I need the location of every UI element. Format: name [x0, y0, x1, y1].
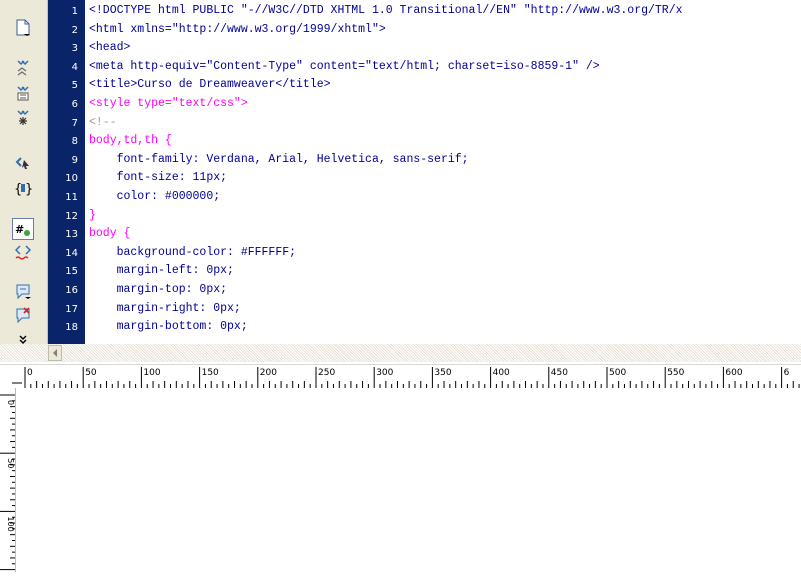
- line-number: 18: [65, 322, 78, 334]
- design-view[interactable]: [16, 388, 801, 572]
- line-number: 10: [65, 173, 78, 185]
- code-line[interactable]: margin-left: 0px;: [89, 265, 234, 277]
- ruler-label: 400: [493, 368, 510, 378]
- line-number-gutter: 1 2 3 4 5 6 7 8 9 10 11 12 13 14 15 16 17 18: [48, 0, 85, 344]
- select-parent-tag-icon[interactable]: [12, 152, 34, 172]
- ruler-label: 50: [6, 458, 15, 468]
- ruler-label: 350: [434, 368, 451, 378]
- open-documents-icon[interactable]: [12, 18, 34, 38]
- balance-braces-icon[interactable]: {}: [12, 178, 34, 198]
- horizontal-scrollbar[interactable]: [0, 344, 801, 363]
- horizontal-ruler: 0 50 100 150 200 250 300 350 400 450 500 550 600 6: [0, 364, 801, 389]
- code-line[interactable]: body,td,th {: [89, 135, 172, 147]
- collapse-selection-icon[interactable]: [12, 84, 34, 104]
- highlight-invalid-code-icon[interactable]: [12, 242, 34, 262]
- line-number: 3: [71, 43, 78, 55]
- ruler-label: 200: [260, 368, 277, 378]
- line-number: 1: [71, 6, 78, 17]
- vertical-ruler: 0 50 100: [0, 388, 16, 572]
- code-line[interactable]: <meta http-equiv="Content-Type" content=…: [89, 60, 600, 73]
- code-line[interactable]: margin-right: 0px;: [89, 302, 241, 315]
- ruler-label: 300: [376, 368, 393, 378]
- code-line[interactable]: body {: [89, 228, 130, 240]
- line-number: 8: [71, 136, 78, 148]
- code-line[interactable]: <title>Curso de Dreamweaver</title>: [89, 79, 331, 91]
- line-number: 2: [71, 24, 78, 36]
- code-line[interactable]: <head>: [89, 42, 130, 54]
- line-numbers-icon[interactable]: #: [12, 218, 34, 240]
- line-number: 11: [65, 192, 78, 203]
- collapse-full-tag-icon[interactable]: [12, 58, 34, 78]
- line-number: 5: [71, 80, 78, 92]
- ruler-label: 50: [85, 368, 97, 378]
- line-number: 7: [71, 117, 78, 129]
- divider: [0, 362, 801, 363]
- code-line[interactable]: color: #000000;: [89, 191, 221, 203]
- line-number: 13: [65, 229, 78, 241]
- line-number: 9: [71, 154, 78, 166]
- ruler-label: 600: [725, 368, 742, 378]
- code-line[interactable]: margin-bottom: 0px;: [89, 321, 248, 333]
- expand-all-icon[interactable]: [12, 108, 34, 128]
- ruler-label: 450: [551, 368, 568, 378]
- code-line[interactable]: <!DOCTYPE html PUBLIC "-//W3C//DTD XHTML…: [89, 5, 683, 17]
- line-number: 4: [71, 61, 78, 73]
- ruler-label: 0: [6, 400, 15, 405]
- code-editor[interactable]: <!DOCTYPE html PUBLIC "-//W3C//DTD XHTML…: [89, 0, 801, 344]
- ruler-label: 0: [27, 368, 33, 378]
- line-number: 12: [65, 210, 78, 222]
- ruler-label: 100: [6, 516, 15, 531]
- line-number: 14: [65, 247, 78, 259]
- code-line[interactable]: }: [89, 209, 96, 222]
- code-line[interactable]: <!--: [89, 116, 117, 129]
- ruler-label: 6: [784, 368, 790, 378]
- coding-toolbar: {} #: [0, 0, 48, 363]
- line-number: 15: [65, 266, 78, 278]
- line-number: 17: [65, 303, 78, 315]
- line-number: 6: [71, 99, 78, 110]
- ruler-label: 550: [667, 368, 684, 378]
- vertical-ruler-ticks: 0 50 100: [0, 394, 15, 571]
- svg-text:}: }: [25, 182, 32, 196]
- code-line[interactable]: <html xmlns="http://www.w3.org/1999/xhtm…: [89, 23, 386, 36]
- ruler-label: 500: [609, 368, 626, 378]
- code-line[interactable]: font-family: Verdana, Arial, Helvetica, …: [89, 153, 469, 166]
- code-line[interactable]: font-size: 11px;: [89, 172, 227, 184]
- ruler-label: 250: [318, 368, 335, 378]
- code-line[interactable]: background-color: #FFFFFF;: [89, 246, 296, 259]
- line-number: 16: [65, 285, 78, 296]
- code-view[interactable]: 1 2 3 4 5 6 7 8 9 10 11 12 13 14 15 16 17 18 <!DOCTYPE ht…: [0, 0, 801, 344]
- horizontal-ruler-ticks: 0 50 100 150 200 250 300 350 400 450 500 550 600 6: [12, 367, 800, 388]
- code-line[interactable]: <style type="text/css">: [89, 98, 248, 110]
- ruler-label: 150: [202, 368, 219, 378]
- code-line[interactable]: margin-top: 0px;: [89, 284, 227, 296]
- apply-comment-icon[interactable]: [12, 282, 34, 302]
- svg-text:#: #: [15, 223, 24, 236]
- ruler-label: 100: [143, 368, 160, 378]
- scroll-left-arrow-icon[interactable]: [48, 345, 62, 361]
- remove-comment-icon[interactable]: [12, 306, 34, 326]
